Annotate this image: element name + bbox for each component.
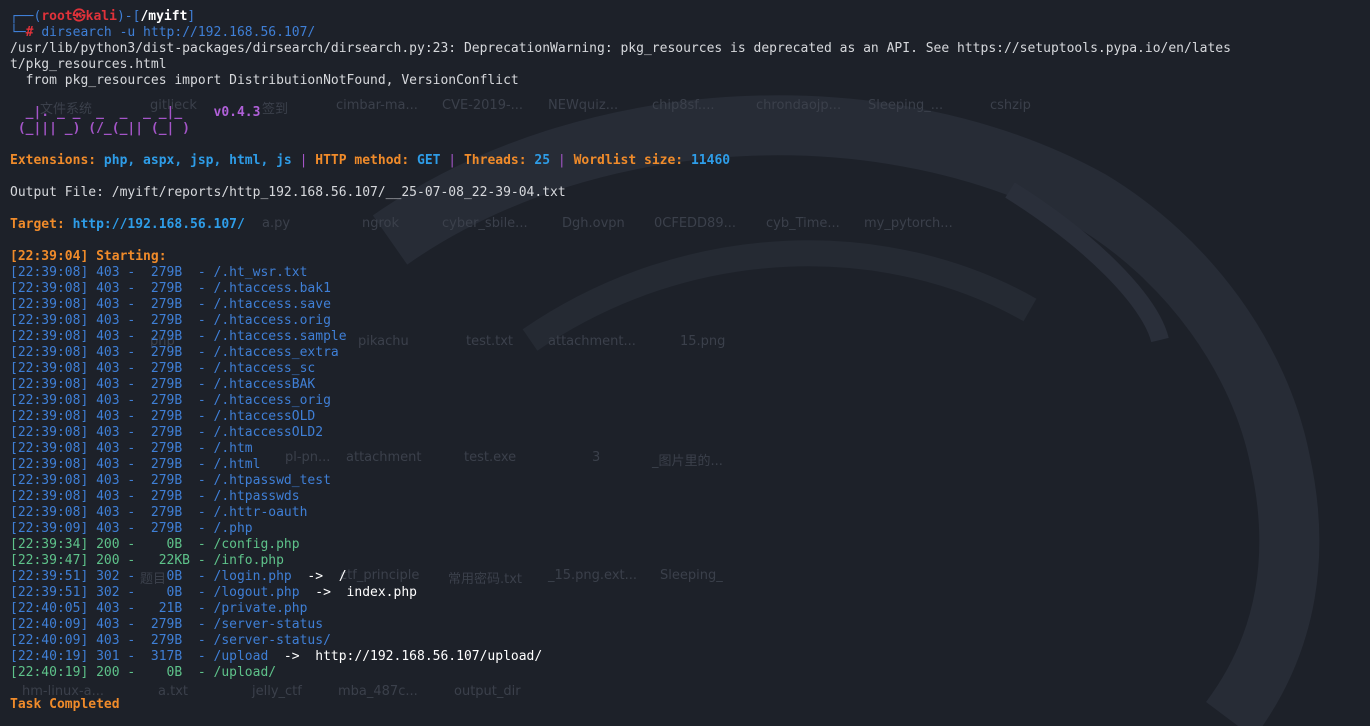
result-text: [22:39:08] 403 - 279B - /.htaccessOLD2 [10,425,324,440]
result-row: [22:39:47] 200 - 22KB - /info.php [10,553,1360,569]
result-text: [22:39:08] 403 - 279B - /.htaccess.sampl… [10,329,347,344]
target-url[interactable]: http://192.168.56.107/ [73,217,245,232]
result-text: [22:39:08] 403 - 279B - /.htaccess_sc [10,361,316,376]
prompt-hash: # [25,25,42,40]
result-text: [22:39:08] 403 - 279B - /.htaccess_extra [10,345,339,360]
result-row: [22:39:08] 403 - 279B - /.htaccess.save [10,297,1360,313]
warning-line: t/pkg_resources.html [10,57,167,72]
result-text: [22:39:51] 302 - 0B - /logout.php [10,585,300,600]
dirsearch-logo-bottom: (_||| _) (/_(_|| (_| ) [10,121,191,136]
result-row: [22:40:19] 200 - 0B - /upload/ [10,665,1360,681]
result-row: [22:39:08] 403 - 279B - /.htaccess_extra [10,345,1360,361]
result-row: [22:39:09] 403 - 279B - /.php [10,521,1360,537]
result-text: [22:39:08] 403 - 279B - /.htaccessOLD [10,409,316,424]
result-row: [22:40:09] 403 - 279B - /server-status [10,617,1360,633]
results-list: [22:39:08] 403 - 279B - /.ht_wsr.txt [22:… [10,265,1360,681]
result-text: [22:39:08] 403 - 279B - /.htaccessBAK [10,377,316,392]
result-row: [22:39:08] 403 - 279B - /.htaccessOLD2 [10,425,1360,441]
config-separator: | [440,153,464,168]
result-text: [22:39:47] 200 - 22KB - /info.php [10,553,284,568]
result-text: [22:40:19] 301 - 317B - /upload [10,649,269,664]
result-row: [22:39:51] 302 - 0B - /logout.php -> ind… [10,585,1360,601]
result-text: [22:40:09] 403 - 279B - /server-status/ [10,633,331,648]
result-text: [22:40:19] 200 - 0B - /upload/ [10,665,277,680]
result-row: [22:39:08] 403 - 279B - /.htaccess_sc [10,361,1360,377]
config-line: Extensions: php, aspx, jsp, html, js | H… [10,153,1360,169]
command-text: dirsearch -u http://192.168.56.107/ [41,25,316,40]
threads-label: Threads: [463,153,535,168]
config-separator: | [550,153,574,168]
prompt-close: ] [187,9,196,24]
result-row: [22:40:05] 403 - 21B - /private.php [10,601,1360,617]
result-text: [22:39:08] 403 - 279B - /.htaccess.bak1 [10,281,331,296]
wordlist-value: 11460 [690,153,731,168]
result-row: [22:39:08] 403 - 279B - /.htaccess_orig [10,393,1360,409]
logo-line: _|. _ _ _ _ _ _|_ v0.4.3 [10,105,1360,121]
result-text: [22:39:08] 403 - 279B - /.ht_wsr.txt [10,265,308,280]
dirsearch-version: v0.4.3 [213,105,261,120]
result-row: [22:39:51] 302 - 0B - /login.php -> / [10,569,1360,585]
result-row: [22:39:08] 403 - 279B - /.htaccessOLD [10,409,1360,425]
prompt-sep: )-[ [116,9,141,24]
result-row: [22:39:34] 200 - 0B - /config.php [10,537,1360,553]
prompt-cwd: /myift [140,9,188,24]
target-line: Target: http://192.168.56.107/ [10,217,1360,233]
terminal-output[interactable]: ┌──(root㉿kali)-[/myift] └─# dirsearch -u… [10,9,1360,726]
result-text: [22:39:08] 403 - 279B - /.htaccess.save [10,297,331,312]
result-text: [22:39:08] 403 - 279B - /.htpasswds [10,489,300,504]
starting-line: [22:39:04] Starting: [10,249,175,264]
warning-line: from pkg_resources import DistributionNo… [10,73,519,88]
extensions-value: php, aspx, jsp, html, js [103,153,292,168]
threads-value: 25 [534,153,551,168]
result-row: [22:39:08] 403 - 279B - /.htaccess.sampl… [10,329,1360,345]
redirect-target: -> http://192.168.56.107/upload/ [268,649,543,664]
result-row: [22:39:08] 403 - 279B - /.htaccessBAK [10,377,1360,393]
result-row: [22:39:08] 403 - 279B - /.ht_wsr.txt [10,265,1360,281]
result-row: [22:39:08] 403 - 279B - /.htaccess.orig [10,313,1360,329]
result-text: [22:40:09] 403 - 279B - /server-status [10,617,324,632]
result-text: [22:39:34] 200 - 0B - /config.php [10,537,300,552]
result-row: [22:39:08] 403 - 279B - /.html [10,457,1360,473]
dirsearch-logo-top: _|. _ _ _ _ _ _|_ [10,105,214,120]
prompt-corner-bottom: └─ [10,25,26,40]
result-row: [22:39:08] 403 - 279B - /.htm [10,441,1360,457]
method-label: HTTP method: [315,153,417,168]
result-text: [22:39:08] 403 - 279B - /.html [10,457,261,472]
redirect-target: -> index.php [299,585,417,600]
result-row: [22:39:08] 403 - 279B - /.htpasswds [10,489,1360,505]
result-text: [22:39:08] 403 - 279B - /.htaccess.orig [10,313,331,328]
command-line: └─# dirsearch -u http://192.168.56.107/ [10,25,1360,41]
result-text: [22:39:09] 403 - 279B - /.php [10,521,253,536]
warning-line: /usr/lib/python3/dist-packages/dirsearch… [10,41,1231,56]
prompt-at-icon: ㉿ [72,9,86,24]
task-completed: Task Completed [10,697,120,712]
result-row: [22:40:09] 403 - 279B - /server-status/ [10,633,1360,649]
result-text: [22:39:51] 302 - 0B - /login.php [10,569,292,584]
target-label: Target: [10,217,73,232]
prompt-line: ┌──(root㉿kali)-[/myift] [10,9,1360,25]
result-text: [22:39:08] 403 - 279B - /.httr-oauth [10,505,308,520]
prompt-user: root [41,9,73,24]
result-text: [22:39:08] 403 - 279B - /.htpasswd_test [10,473,331,488]
output-file-line: Output File: /myift/reports/http_192.168… [10,185,566,200]
config-separator: | [291,153,316,168]
extensions-label: Extensions: [10,153,104,168]
result-text: [22:39:08] 403 - 279B - /.htm [10,441,253,456]
result-row: [22:39:08] 403 - 279B - /.httr-oauth [10,505,1360,521]
method-value: GET [417,153,441,168]
redirect-target: -> / [291,569,347,584]
result-row: [22:39:08] 403 - 279B - /.htpasswd_test [10,473,1360,489]
wordlist-label: Wordlist size: [573,153,691,168]
result-row: [22:40:19] 301 - 317B - /upload -> http:… [10,649,1360,665]
result-text: [22:40:05] 403 - 21B - /private.php [10,601,308,616]
result-text: [22:39:08] 403 - 279B - /.htaccess_orig [10,393,331,408]
prompt-corner: ┌──( [10,9,42,24]
result-row: [22:39:08] 403 - 279B - /.htaccess.bak1 [10,281,1360,297]
prompt-host: kali [85,9,117,24]
